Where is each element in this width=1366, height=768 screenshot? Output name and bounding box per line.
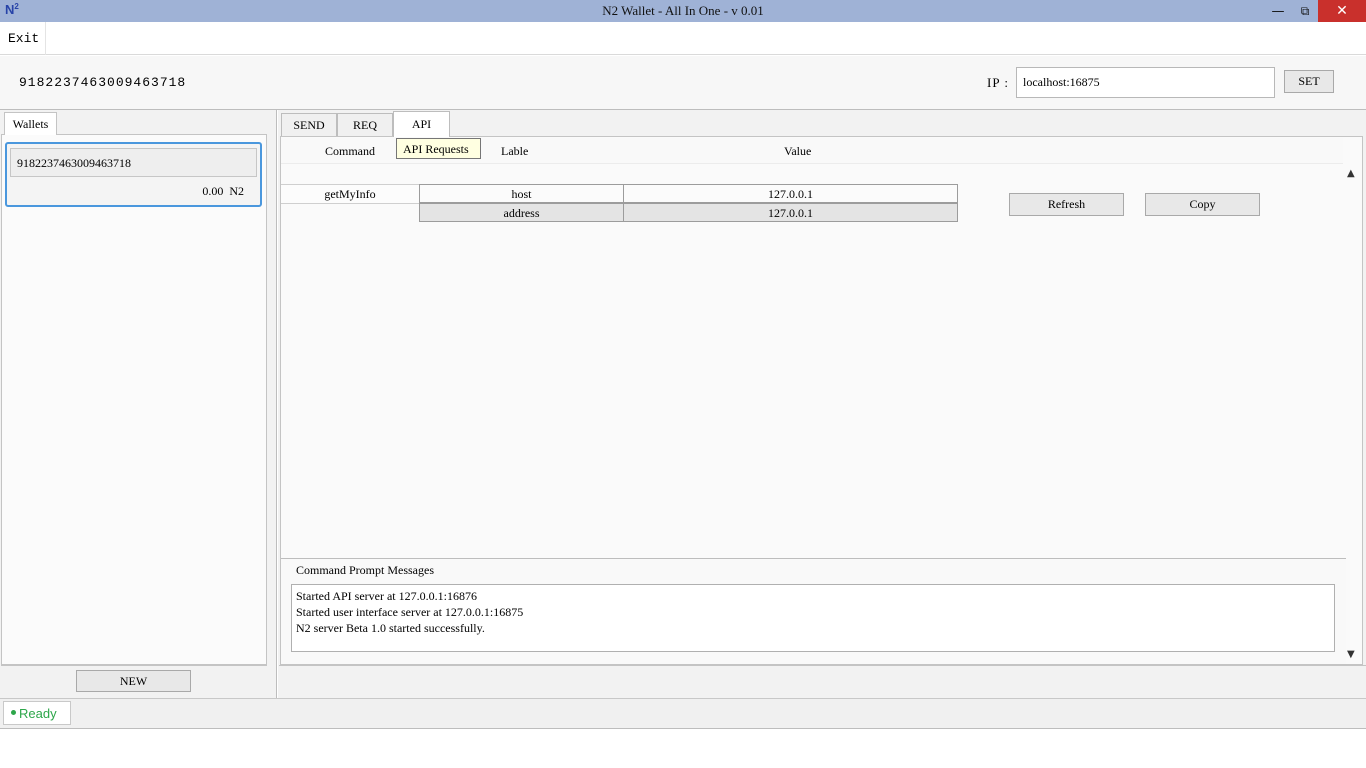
api-field-label[interactable]: address <box>419 203 624 222</box>
messages-title: Command Prompt Messages <box>296 563 434 577</box>
column-header-lable: Lable <box>501 144 529 158</box>
log-line: Started API server at 127.0.0.1:16876 <box>296 589 477 603</box>
status-bar <box>0 698 1366 729</box>
menu-bar: Exit <box>0 22 1366 55</box>
refresh-button[interactable]: Refresh <box>1009 193 1124 216</box>
api-field-value[interactable]: 127.0.0.1 <box>623 184 958 203</box>
wallet-card-address: 9182237463009463718 <box>10 148 257 177</box>
close-button[interactable]: ✕ <box>1318 0 1366 22</box>
api-field-value[interactable]: 127.0.0.1 <box>623 203 958 222</box>
minimize-button[interactable]: — <box>1264 0 1292 22</box>
ip-label: IP : <box>987 75 1009 90</box>
scroll-up-icon[interactable]: ▲ <box>1347 168 1355 179</box>
wallets-pane <box>1 134 267 665</box>
new-wallet-button[interactable]: NEW <box>76 670 191 692</box>
wallet-card-balance: 0.00 N2 <box>202 184 244 198</box>
minimize-icon: — <box>1271 3 1285 19</box>
right-footer <box>279 665 1366 698</box>
messages-log[interactable]: Started API server at 127.0.0.1:16876 St… <box>291 584 1335 652</box>
tab-wallets[interactable]: Wallets <box>4 112 57 135</box>
log-line: Started user interface server at 127.0.0… <box>296 605 524 619</box>
ip-input[interactable] <box>1016 67 1275 98</box>
api-command-cell[interactable]: getMyInfo <box>281 184 420 204</box>
status-text: Ready <box>19 706 57 721</box>
api-field-label[interactable]: host <box>419 184 624 203</box>
current-wallet-address: 9182237463009463718 <box>19 75 187 90</box>
restore-button[interactable]: ⧉ <box>1292 0 1318 22</box>
tab-send[interactable]: SEND <box>281 113 337 136</box>
window-title: N2 Wallet - All In One - v 0.01 <box>602 3 764 18</box>
status-dot-icon <box>11 710 16 715</box>
log-line: N2 server Beta 1.0 started successfully. <box>296 621 485 635</box>
column-header-value: Value <box>784 144 812 158</box>
tab-api[interactable]: API <box>393 111 450 137</box>
column-header-command: Command <box>325 144 375 158</box>
status-indicator: Ready <box>3 701 71 725</box>
api-requests-tooltip: API Requests <box>396 138 481 159</box>
tab-req[interactable]: REQ <box>337 113 393 136</box>
copy-button[interactable]: Copy <box>1145 193 1260 216</box>
close-icon: ✕ <box>1336 3 1348 19</box>
set-button[interactable]: SET <box>1284 70 1334 93</box>
menu-exit[interactable]: Exit <box>0 22 46 55</box>
restore-icon: ⧉ <box>1300 3 1310 18</box>
scroll-down-icon[interactable]: ▼ <box>1347 649 1355 660</box>
